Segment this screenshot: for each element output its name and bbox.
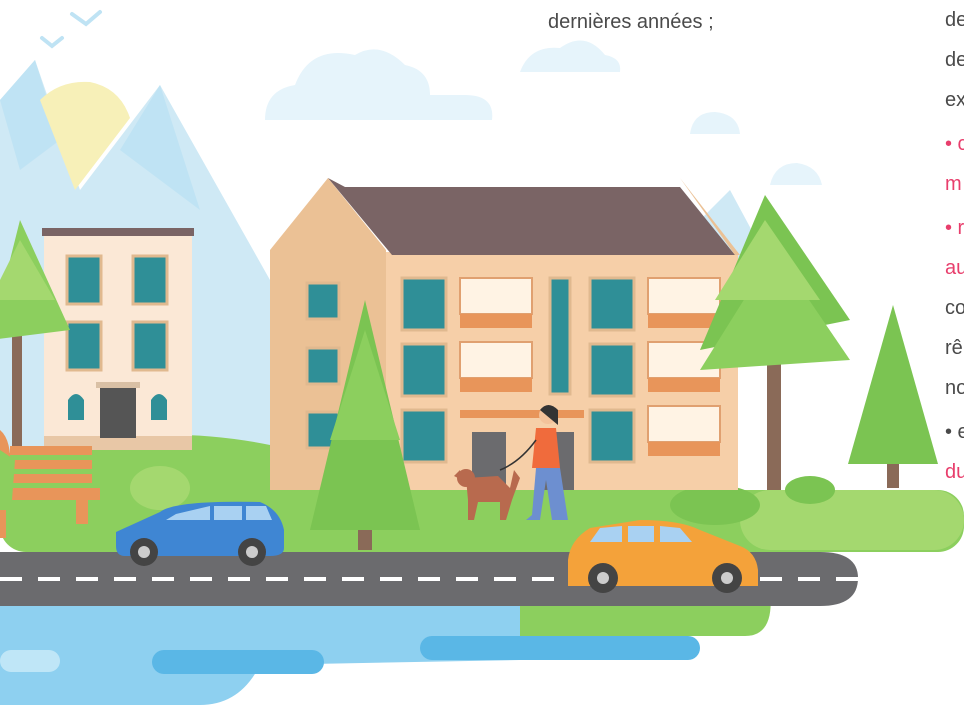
- small-building: [42, 228, 194, 450]
- town-illustration: [0, 10, 964, 705]
- right-text-line: co: [945, 297, 964, 319]
- right-text-line: de: [945, 49, 964, 71]
- right-text-line: ex: [945, 89, 964, 111]
- birds: [40, 10, 102, 49]
- right-text-line: m: [945, 173, 962, 195]
- right-text-line: • c: [945, 133, 964, 155]
- right-text-line: de: [945, 9, 964, 31]
- right-text-line: no: [945, 377, 964, 399]
- right-text-line: au: [945, 257, 964, 279]
- right-text-line: • r: [945, 217, 964, 239]
- right-text-column: de de ex • c m • r au co rê no • e du: [945, 0, 964, 492]
- clouds: [265, 40, 822, 185]
- right-text-line: du: [945, 461, 964, 483]
- right-text-line: rê: [945, 337, 963, 359]
- right-text-line: • e: [945, 421, 964, 443]
- caption-line: dernières années ;: [548, 11, 714, 33]
